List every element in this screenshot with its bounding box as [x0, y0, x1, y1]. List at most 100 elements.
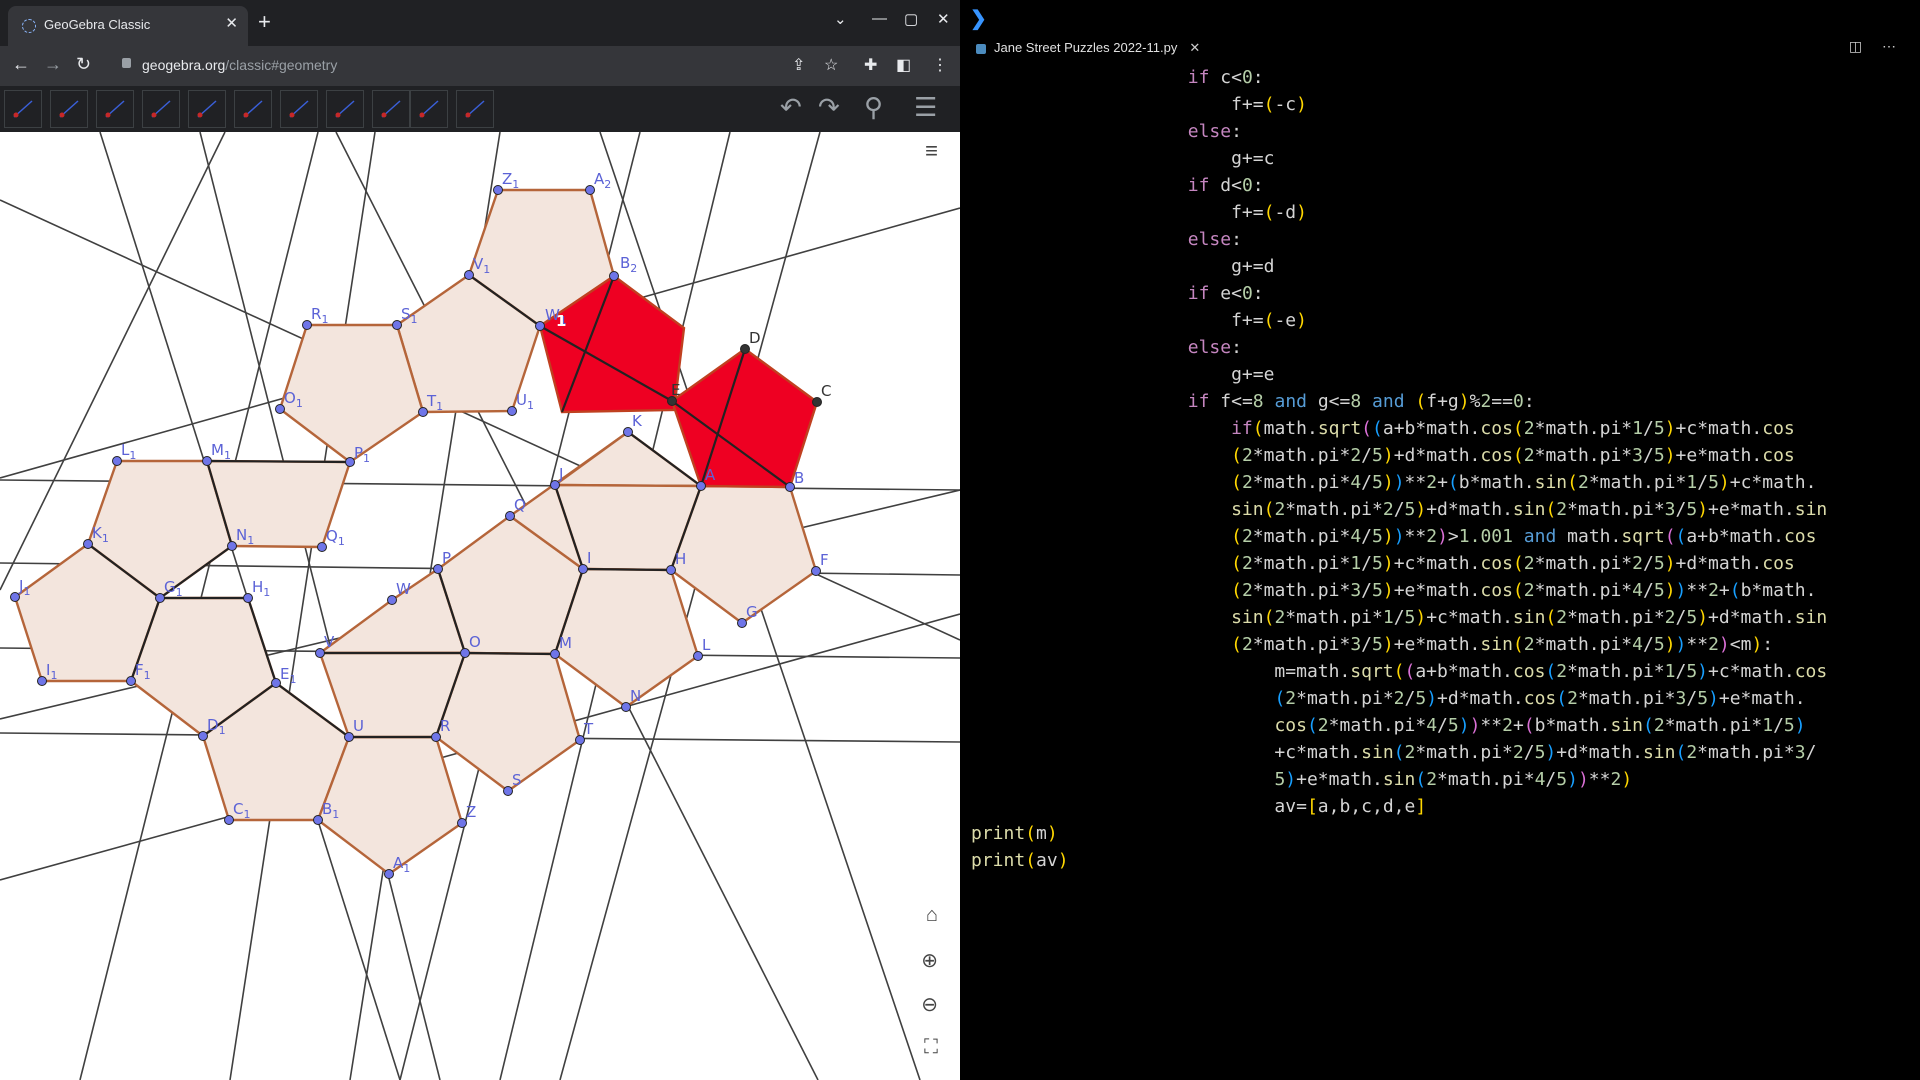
- point-label-subscript: 1: [129, 449, 136, 462]
- regular-polygon-tool[interactable]: [188, 90, 226, 128]
- code-line: f+=(-d): [971, 202, 1307, 223]
- code-area[interactable]: if c<0: f+=(-c) else: g+=c if d<0: f+=(-…: [971, 64, 1911, 1044]
- circle-tool[interactable]: [280, 90, 318, 128]
- python-file-icon: [976, 43, 986, 54]
- code-line: if(math.sqrt((a+b*math.cos(2*math.pi*1/5…: [1231, 418, 1795, 439]
- split-editor-icon[interactable]: ◫ ⋯: [1849, 38, 1904, 55]
- close-file-icon[interactable]: ✕: [1189, 40, 1200, 55]
- chrome-menu-icon[interactable]: ⋮: [932, 55, 948, 75]
- point-label-Q: Q: [514, 496, 526, 514]
- code-line: else:: [1187, 121, 1242, 142]
- point-label-S1: S1: [401, 305, 418, 326]
- lock-icon: [122, 58, 131, 68]
- reflect-tool[interactable]: [372, 90, 410, 128]
- code-line: f+=(-c): [971, 94, 1307, 115]
- edge-segment[interactable]: [464, 651, 556, 656]
- minimize-icon[interactable]: —: [872, 10, 887, 27]
- code-line: sin(2*math.pi*1/5)+c*math.sin(2*math.pi*…: [1231, 607, 1828, 628]
- hamburger-menu-icon[interactable]: ☰: [914, 92, 937, 123]
- side-panel-icon[interactable]: ◧: [896, 55, 911, 75]
- extensions-icon[interactable]: ✚: [864, 55, 877, 75]
- point-label-I: I: [587, 549, 591, 567]
- forward-icon[interactable]: →: [44, 54, 62, 75]
- move-tool[interactable]: [4, 90, 42, 128]
- code-line: (2*math.pi*3/5)+e*math.cos(2*math.pi*4/5…: [1231, 580, 1817, 601]
- home-view-icon[interactable]: ⌂: [926, 904, 938, 927]
- url-host: geogebra.org: [142, 57, 226, 73]
- point-label-U: U: [353, 717, 364, 735]
- point-label-subscript: 1: [527, 399, 534, 412]
- code-line: g+=c: [971, 148, 1275, 169]
- address-bar-row: ← → ↻ geogebra.org/classic#geometry ⇪ ☆ …: [0, 46, 960, 86]
- search-icon[interactable]: ⚲: [864, 92, 883, 123]
- code-line: if d<0:: [1187, 175, 1264, 196]
- point-label-Q1: Q1: [326, 527, 345, 548]
- undo-icon[interactable]: ↶: [780, 92, 802, 123]
- tile-polygon[interactable]: [278, 323, 425, 464]
- line-tool[interactable]: [96, 90, 134, 128]
- point-label-E1: E1: [280, 665, 296, 686]
- zoom-in-icon[interactable]: ⊕: [921, 948, 938, 973]
- share-icon[interactable]: ⇪: [792, 55, 805, 75]
- point-label-J: J: [558, 465, 563, 483]
- code-line: if f<=8 and g<=8 and (f+g)%2==0:: [1187, 391, 1535, 412]
- code-line: g+=e: [971, 364, 1275, 385]
- point-label-subscript: 1: [338, 535, 345, 548]
- code-editor-window: ❯ Jane Street Puzzles 2022-11.py ✕ ◫ ⋯ if…: [960, 0, 1920, 1080]
- browser-tab[interactable]: GeoGebra Classic ✕: [8, 6, 248, 46]
- zoom-out-icon[interactable]: ⊖: [921, 992, 938, 1017]
- close-window-icon[interactable]: ✕: [937, 10, 950, 28]
- point-label-subscript: 1: [247, 534, 254, 547]
- point-label-M: M: [559, 634, 572, 652]
- angle-tool[interactable]: [326, 90, 364, 128]
- code-line: (2*math.pi*2/5)+d*math.cos(2*math.pi*3/5…: [1274, 688, 1806, 709]
- point-label-subscript: 1: [263, 586, 270, 599]
- point-label-L: L: [702, 636, 711, 654]
- point-label-B: B: [794, 469, 804, 487]
- point-label-H1: H1: [252, 578, 270, 599]
- point-tool[interactable]: [234, 90, 272, 128]
- point-label-U1: U1: [516, 391, 534, 412]
- code-line: (2*math.pi*3/5)+e*math.sin(2*math.pi*4/5…: [1231, 634, 1774, 655]
- point-label-subscript: 1: [403, 862, 410, 875]
- url-field[interactable]: geogebra.org/classic#geometry: [142, 57, 337, 73]
- point-label-J1: J1: [18, 577, 30, 598]
- point-label-B2: B2: [620, 254, 637, 275]
- tile-polygon[interactable]: [553, 430, 703, 488]
- point-label-E: E: [671, 381, 680, 399]
- redo-icon[interactable]: ↷: [818, 92, 840, 123]
- code-line: (2*math.pi*1/5)+c*math.cos(2*math.pi*2/5…: [1231, 553, 1795, 574]
- point-label-M1: M1: [211, 441, 231, 462]
- url-path: /classic#geometry: [225, 57, 338, 73]
- reload-icon[interactable]: ↻: [76, 54, 91, 75]
- point-label-subscript: 1: [102, 532, 109, 545]
- point-label-subscript: 1: [483, 263, 490, 276]
- point-label-A: A: [705, 466, 716, 484]
- close-tab-icon[interactable]: ✕: [225, 14, 238, 32]
- vscode-logo-icon: ❯: [970, 8, 987, 30]
- point-label-subscript: 1: [219, 724, 226, 737]
- move-view-tool[interactable]: [456, 90, 494, 128]
- bookmark-star-icon[interactable]: ☆: [824, 55, 838, 75]
- tab-search-icon[interactable]: ⌄: [834, 10, 847, 28]
- point-label-P: P: [442, 549, 451, 567]
- back-icon[interactable]: ←: [12, 54, 30, 75]
- perpendicular-tool[interactable]: [142, 90, 180, 128]
- maximize-icon[interactable]: ▢: [904, 10, 918, 28]
- editor-file-tab[interactable]: Jane Street Puzzles 2022-11.py ✕: [976, 40, 1200, 56]
- graphics-view[interactable]: Z1 A2 B2 V1 W1 R1 S1 O1 T1 U1 L1 M1 P1 K1 N1 Q1 J1 G1 H1 I1…: [0, 132, 960, 1080]
- slider-tool[interactable]: [410, 90, 448, 128]
- code-line: if e<0:: [1187, 283, 1264, 304]
- polygon-tool[interactable]: [50, 90, 88, 128]
- point-B2[interactable]: [609, 271, 619, 281]
- new-tab-icon[interactable]: +: [258, 9, 271, 35]
- tab-title: GeoGebra Classic: [44, 17, 151, 32]
- point-label-A2: A2: [594, 170, 611, 191]
- point-W1[interactable]: [535, 321, 545, 331]
- point-label-subscript: 1: [144, 669, 151, 682]
- point-label-H: H: [675, 550, 686, 568]
- style-bar-toggle-icon[interactable]: ≡: [925, 138, 938, 164]
- code-line: cos(2*math.pi*4/5))**2+(b*math.sin(2*mat…: [1274, 715, 1806, 736]
- fullscreen-icon[interactable]: ⛶: [924, 1036, 938, 1059]
- edge-segment[interactable]: [582, 567, 672, 572]
